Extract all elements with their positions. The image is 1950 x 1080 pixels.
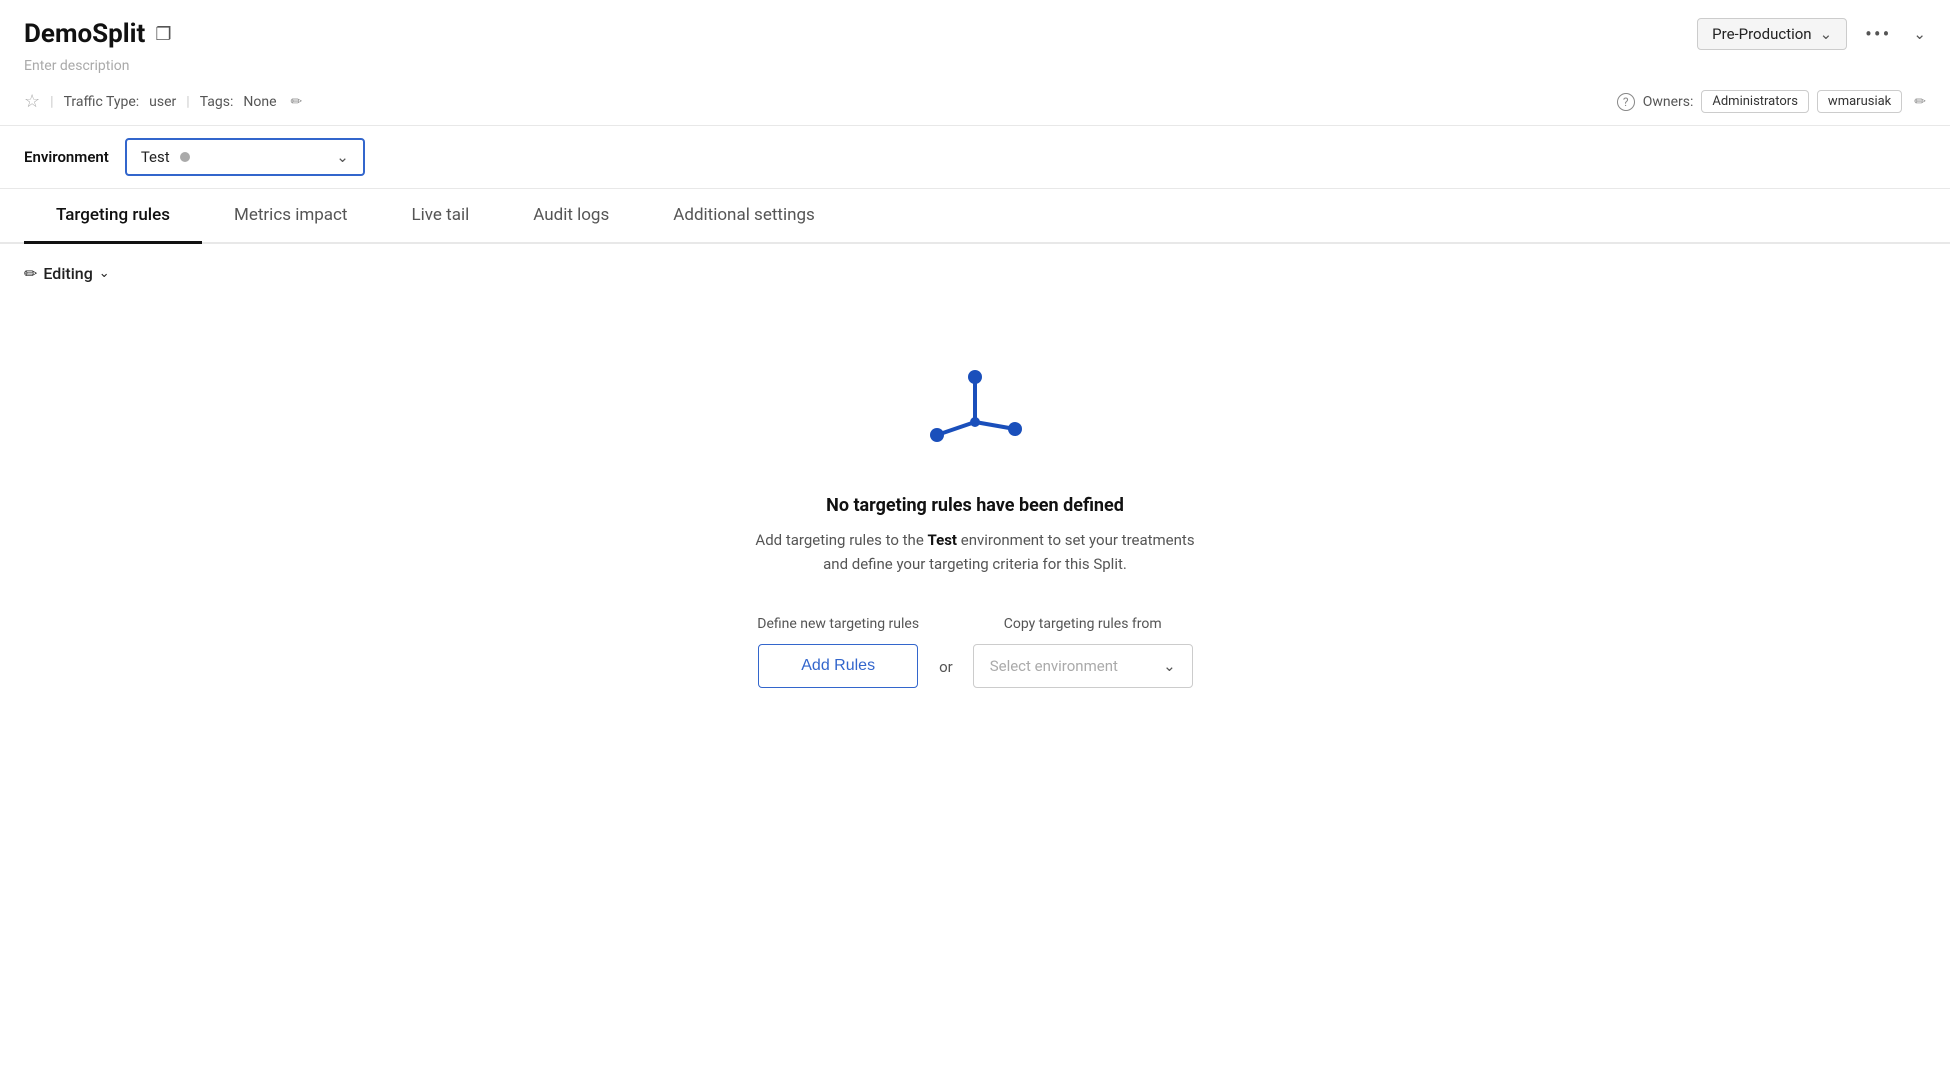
pencil-icon: ✏: [24, 264, 37, 283]
editing-button[interactable]: ✏ Editing ⌄: [24, 264, 110, 283]
tags-label: Tags:: [200, 94, 234, 110]
editing-bar: ✏ Editing ⌄: [24, 264, 1926, 283]
traffic-type-label: Traffic Type:: [64, 94, 140, 110]
copy-icon[interactable]: ❐: [155, 24, 171, 45]
tags-value: None: [243, 94, 276, 110]
more-options-button[interactable]: •••: [1855, 16, 1901, 52]
environment-selector[interactable]: Test ⌄: [125, 138, 365, 176]
header: DemoSplit ❐ Pre-Production ⌄ ••• ⌄ Enter…: [0, 0, 1950, 126]
tab-audit-logs[interactable]: Audit logs: [501, 189, 641, 244]
environment-row: Environment Test ⌄: [0, 126, 1950, 189]
env-selector-area: Pre-Production ⌄ ••• ⌄: [1697, 16, 1926, 52]
content-area: ✏ Editing ⌄ N: [0, 244, 1950, 748]
split-icon: [915, 367, 1035, 471]
meta-row: ☆ | Traffic Type: user | Tags: None ✏ ? …: [24, 82, 1926, 125]
env-status-dot: [180, 152, 190, 162]
empty-state-title: No targeting rules have been defined: [826, 495, 1124, 516]
environment-label: Environment: [24, 148, 109, 166]
actions-row: Define new targeting rules Add Rules or …: [757, 616, 1192, 688]
expand-icon[interactable]: ⌄: [1913, 25, 1926, 43]
empty-desc-part3: and define your targeting criteria for t…: [823, 555, 1127, 573]
description-row[interactable]: Enter description: [24, 56, 1926, 82]
tabs-bar: Targeting rules Metrics impact Live tail…: [0, 189, 1950, 244]
meta-right: ? Owners: Administrators wmarusiak ✏: [1617, 90, 1926, 113]
chevron-down-icon: ⌄: [1163, 657, 1176, 675]
env-dropdown[interactable]: Pre-Production ⌄: [1697, 18, 1847, 50]
define-label: Define new targeting rules: [757, 616, 919, 632]
define-rules-group: Define new targeting rules Add Rules: [757, 616, 919, 688]
empty-state-description: Add targeting rules to the Test environm…: [755, 528, 1194, 576]
environment-selected-value: Test: [141, 148, 170, 166]
traffic-type-value: user: [149, 94, 176, 110]
owners-label: Owners:: [1643, 94, 1694, 110]
description-placeholder: Enter description: [24, 58, 130, 74]
add-rules-button[interactable]: Add Rules: [758, 644, 918, 688]
header-top: DemoSplit ❐ Pre-Production ⌄ ••• ⌄: [24, 16, 1926, 52]
editing-label: Editing: [43, 264, 92, 283]
env-dropdown-label: Pre-Production: [1712, 25, 1811, 43]
tab-targeting-rules[interactable]: Targeting rules: [24, 189, 202, 244]
select-env-placeholder: Select environment: [990, 657, 1118, 675]
owners-edit-icon[interactable]: ✏: [1914, 94, 1926, 110]
title-area: DemoSplit ❐: [24, 19, 171, 49]
meta-left: ☆ | Traffic Type: user | Tags: None ✏: [24, 91, 302, 112]
tab-live-tail[interactable]: Live tail: [380, 189, 502, 244]
tab-metrics-impact[interactable]: Metrics impact: [202, 189, 380, 244]
app-title: DemoSplit: [24, 19, 145, 49]
chevron-down-icon: ⌄: [99, 266, 110, 281]
select-environment-dropdown[interactable]: Select environment ⌄: [973, 644, 1193, 688]
empty-desc-part1: Add targeting rules to the: [755, 531, 927, 549]
or-text: or: [939, 658, 953, 676]
copy-label: Copy targeting rules from: [1004, 616, 1162, 632]
chevron-down-icon: ⌄: [336, 148, 349, 166]
owner-wmarusiak[interactable]: wmarusiak: [1817, 90, 1902, 113]
copy-rules-group: Copy targeting rules from Select environ…: [973, 616, 1193, 688]
tab-additional-settings[interactable]: Additional settings: [641, 189, 847, 244]
empty-desc-env: Test: [928, 531, 958, 549]
help-icon[interactable]: ?: [1617, 93, 1635, 111]
tags-edit-icon[interactable]: ✏: [291, 94, 303, 110]
star-icon[interactable]: ☆: [24, 91, 40, 112]
chevron-down-icon: ⌄: [1820, 25, 1833, 43]
empty-state: No targeting rules have been defined Add…: [24, 307, 1926, 728]
owner-administrators[interactable]: Administrators: [1701, 90, 1809, 113]
empty-desc-part2: environment to set your treatments: [957, 531, 1195, 549]
